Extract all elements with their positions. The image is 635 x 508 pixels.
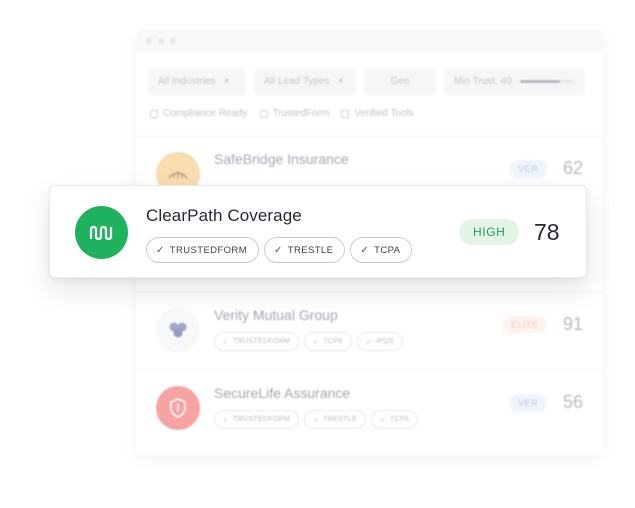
list-item-securelife[interactable]: SecureLife Assurance ✓ TRUSTEDFORM ✓ TREST… (136, 370, 603, 448)
window-titlebar (136, 30, 603, 52)
min-trust-track[interactable] (519, 80, 574, 83)
tool-chip-trestle: ✓ TRESTLE (264, 237, 346, 263)
check-icon: ✓ (223, 416, 230, 424)
trustedform-checkbox[interactable]: TrustedForm (259, 108, 329, 119)
check-icon: ✓ (274, 244, 283, 256)
checkbox-box[interactable] (341, 109, 350, 118)
trust-score: 91 (562, 314, 583, 334)
tool-chip: ✓ TCPA (370, 410, 419, 429)
verity-logo (156, 308, 200, 352)
window-dot[interactable] (158, 37, 164, 44)
min-trust-slider[interactable]: Min Trust: 40 (444, 68, 585, 95)
status-badge: VER (509, 394, 547, 412)
company-name: ClearPath Coverage (146, 206, 302, 225)
filter-bar: All Industries ▼ All Lead Types ▼ Geo Mi… (136, 52, 603, 95)
industries-select[interactable]: All Industries ▼ (148, 68, 246, 95)
company-name: Verity Mutual Group (214, 307, 338, 323)
check-icon: ✓ (313, 416, 320, 424)
min-trust-fill (519, 80, 560, 83)
featured-company-card[interactable]: ClearPath Coverage ✓ TRUSTEDFORM ✓ TREST… (49, 185, 587, 278)
check-icon: ✓ (360, 244, 370, 256)
checkbox-box[interactable] (150, 109, 158, 118)
verity-mark-icon (169, 322, 187, 338)
checkbox-box[interactable] (259, 109, 268, 118)
tool-chip-tcpa: ✓ TCPA (350, 237, 413, 263)
company-name: SafeBridge Insurance (214, 151, 349, 167)
check-icon: ✓ (223, 338, 230, 346)
status-badge: ELITE (501, 316, 547, 334)
status-badge: VER (509, 160, 547, 178)
tool-chip: ✓ TCPA (304, 332, 352, 351)
shield-icon (170, 398, 186, 418)
window-dot[interactable] (170, 37, 176, 44)
tool-chip: ✓ TRUSTEDFORM (214, 332, 300, 351)
verified-tools-checkbox[interactable]: Verified Tools (341, 108, 414, 119)
window-dot[interactable] (146, 37, 152, 44)
lead-types-select[interactable]: All Lead Types ▼ (254, 68, 356, 95)
trust-level-badge: HIGH (459, 219, 520, 245)
clearpath-logo (75, 206, 128, 259)
tool-chip: ✓ IPQS (356, 332, 403, 351)
wave-logo-icon (89, 225, 112, 240)
tool-chip: ✓ TRUSTEDFORM (214, 410, 300, 429)
trust-score: 56 (562, 392, 583, 412)
company-name: SecureLife Assurance (214, 385, 351, 401)
chevron-down-icon: ▼ (337, 78, 345, 85)
tool-chips: ✓ TRUSTEDFORM ✓ TRESTLE ✓ TCPA (214, 410, 419, 429)
trust-score: 78 (534, 219, 560, 245)
check-icon: ✓ (365, 338, 372, 346)
trust-score: 62 (562, 158, 583, 178)
bridge-icon (168, 171, 188, 179)
geo-select[interactable]: Geo (364, 68, 436, 95)
tool-chips: ✓ TRUSTEDFORM ✓ TCPA ✓ IPQS (214, 332, 403, 351)
securelife-logo (156, 386, 200, 430)
list-item-verity[interactable]: Verity Mutual Group ✓ TRUSTEDFORM ✓ TCPA ✓… (136, 292, 603, 370)
tool-chip: ✓ TRESTLE (304, 410, 366, 429)
tool-chip-trustedform: ✓ TRUSTEDFORM (146, 237, 260, 263)
tool-chips: ✓ TRUSTEDFORM ✓ TRESTLE ✓ TCPA (146, 237, 413, 263)
filter-checkboxes: Compliance Ready TrustedForm Verified To… (136, 95, 603, 119)
check-icon: ✓ (379, 416, 387, 424)
check-icon: ✓ (156, 244, 165, 256)
chevron-down-icon: ▼ (223, 78, 231, 85)
check-icon: ✓ (313, 338, 320, 346)
compliance-ready-checkbox[interactable]: Compliance Ready (150, 108, 248, 119)
